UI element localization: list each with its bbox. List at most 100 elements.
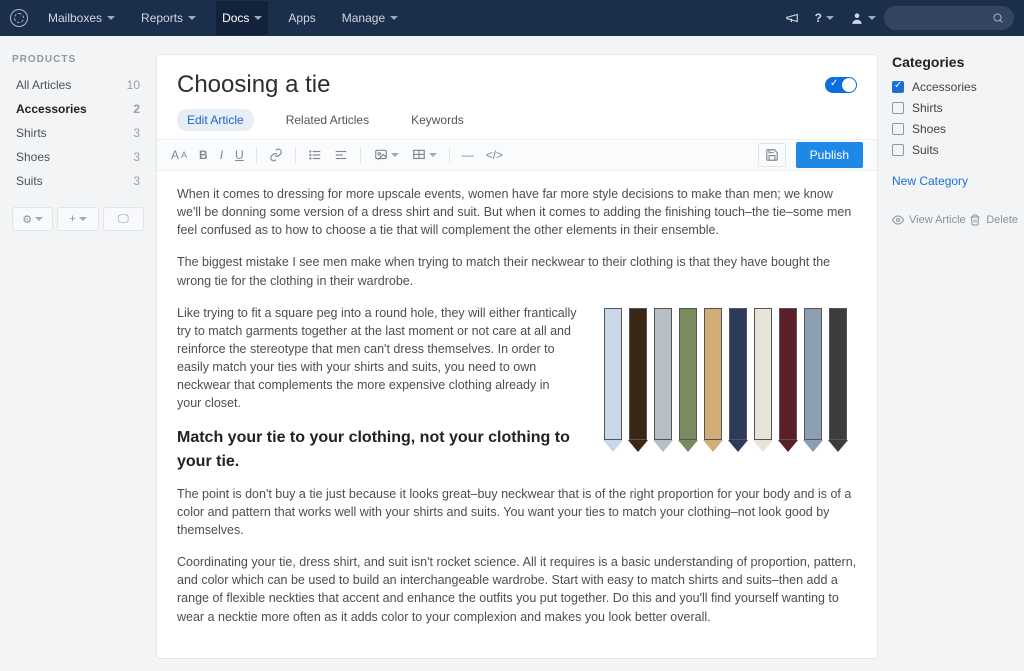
sidebar-item-label: Shoes	[16, 150, 50, 164]
user-menu[interactable]	[850, 11, 876, 25]
toggle-knob	[842, 78, 856, 92]
tab-related-articles[interactable]: Related Articles	[276, 109, 379, 131]
publish-button[interactable]: Publish	[796, 142, 863, 168]
monitor-icon: 🖵	[118, 213, 129, 226]
nav-manage-label: Manage	[342, 11, 385, 25]
tie-illustration	[676, 308, 700, 458]
sidebar-item-accessories[interactable]: Accessories 2	[12, 97, 144, 121]
plus-icon: +	[69, 213, 75, 225]
nav-reports[interactable]: Reports	[135, 1, 202, 35]
tie-illustration	[701, 308, 725, 458]
chevron-down-icon	[429, 153, 437, 157]
tie-illustration	[826, 308, 850, 458]
sidebar-item-suits[interactable]: Suits 3	[12, 169, 144, 193]
category-shirts[interactable]: Shirts	[892, 101, 1018, 115]
view-article-button[interactable]: View Article	[892, 214, 966, 226]
category-label: Accessories	[912, 80, 977, 94]
table-button[interactable]	[411, 148, 437, 162]
category-label: Shirts	[912, 101, 943, 115]
nav-mailboxes-label: Mailboxes	[48, 11, 102, 25]
category-accessories[interactable]: Accessories	[892, 80, 1018, 94]
chevron-down-icon	[107, 16, 115, 20]
tab-keywords[interactable]: Keywords	[401, 109, 474, 131]
help-icon[interactable]: ?	[815, 11, 834, 25]
tie-illustration	[651, 308, 675, 458]
sidebar-item-count: 3	[133, 174, 140, 188]
category-shoes[interactable]: Shoes	[892, 122, 1018, 136]
sidebar-item-shirts[interactable]: Shirts 3	[12, 121, 144, 145]
paragraph: The biggest mistake I see men make when …	[177, 253, 857, 289]
chevron-down-icon	[254, 16, 262, 20]
checkbox-icon	[892, 102, 904, 114]
save-button[interactable]	[758, 143, 786, 167]
category-label: Suits	[912, 143, 939, 157]
nav-apps[interactable]: Apps	[282, 1, 321, 35]
publish-toggle[interactable]: ✓	[825, 77, 857, 93]
sidebar-item-count: 3	[133, 150, 140, 164]
sidebar-item-label: All Articles	[16, 78, 71, 92]
top-nav: Mailboxes Reports Docs Apps Manage ?	[0, 0, 1024, 36]
sidebar-heading: PRODUCTS	[12, 54, 144, 65]
category-label: Shoes	[912, 122, 946, 136]
table-icon	[411, 148, 427, 162]
paragraph: Coordinating your tie, dress shirt, and …	[177, 553, 857, 626]
checkbox-icon	[892, 144, 904, 156]
settings-button[interactable]: ⚙	[12, 207, 53, 231]
underline-button[interactable]: U	[235, 148, 244, 162]
editor-panel: Choosing a tie ✓ Edit Article Related Ar…	[156, 54, 878, 659]
checkbox-icon	[892, 81, 904, 93]
tab-edit-article[interactable]: Edit Article	[177, 109, 254, 131]
italic-button[interactable]: I	[220, 148, 223, 162]
search-input[interactable]	[884, 6, 1014, 30]
article-body[interactable]: When it comes to dressing for more upsca…	[157, 171, 877, 658]
link-button[interactable]	[269, 148, 283, 162]
unordered-list-button[interactable]	[308, 148, 322, 162]
save-icon	[765, 148, 779, 162]
paragraph: The point is don't buy a tie just becaus…	[177, 485, 857, 539]
page-title: Choosing a tie	[177, 71, 330, 99]
tie-illustration	[626, 308, 650, 458]
nav-mailboxes[interactable]: Mailboxes	[42, 1, 121, 35]
tie-image	[593, 304, 857, 466]
delete-label: Delete	[986, 214, 1018, 226]
right-sidebar: Categories Accessories Shirts Shoes Suit…	[878, 36, 1024, 671]
align-icon	[334, 148, 348, 162]
new-category-link[interactable]: New Category	[892, 174, 968, 188]
sidebar-item-shoes[interactable]: Shoes 3	[12, 145, 144, 169]
sidebar-item-label: Suits	[16, 174, 43, 188]
chevron-down-icon	[79, 217, 87, 221]
ordered-list-button[interactable]	[334, 148, 348, 162]
trash-icon	[969, 214, 981, 226]
tie-illustration	[726, 308, 750, 458]
image-button[interactable]	[373, 148, 399, 162]
hr-button[interactable]: —	[462, 148, 474, 162]
editor-tabs: Edit Article Related Articles Keywords	[157, 109, 877, 139]
sidebar-item-all-articles[interactable]: All Articles 10	[12, 73, 144, 97]
megaphone-icon[interactable]	[785, 11, 799, 25]
checkbox-icon	[892, 123, 904, 135]
sidebar-item-count: 3	[133, 126, 140, 140]
link-icon	[269, 148, 283, 162]
search-icon	[992, 12, 1004, 24]
nav-manage[interactable]: Manage	[336, 1, 404, 35]
sidebar-item-label: Accessories	[16, 102, 87, 116]
font-size-button[interactable]: AA	[171, 148, 187, 162]
left-sidebar: PRODUCTS All Articles 10 Accessories 2 S…	[0, 36, 156, 671]
delete-button[interactable]: Delete	[969, 214, 1018, 226]
nav-reports-label: Reports	[141, 11, 183, 25]
tie-illustration	[801, 308, 825, 458]
bold-button[interactable]: B	[199, 148, 208, 162]
tie-illustration	[776, 308, 800, 458]
sidebar-item-label: Shirts	[16, 126, 47, 140]
formatting-toolbar: AA B I U —	[157, 139, 877, 171]
add-button[interactable]: +	[57, 207, 98, 231]
category-suits[interactable]: Suits	[892, 143, 1018, 157]
bullet-list-icon	[308, 148, 322, 162]
preview-button[interactable]: 🖵	[103, 207, 144, 231]
check-icon: ✓	[830, 78, 838, 89]
code-button[interactable]: </>	[486, 148, 503, 162]
logo[interactable]	[10, 9, 28, 27]
nav-docs[interactable]: Docs	[216, 1, 268, 35]
eye-icon	[892, 214, 904, 226]
view-article-label: View Article	[909, 214, 966, 226]
